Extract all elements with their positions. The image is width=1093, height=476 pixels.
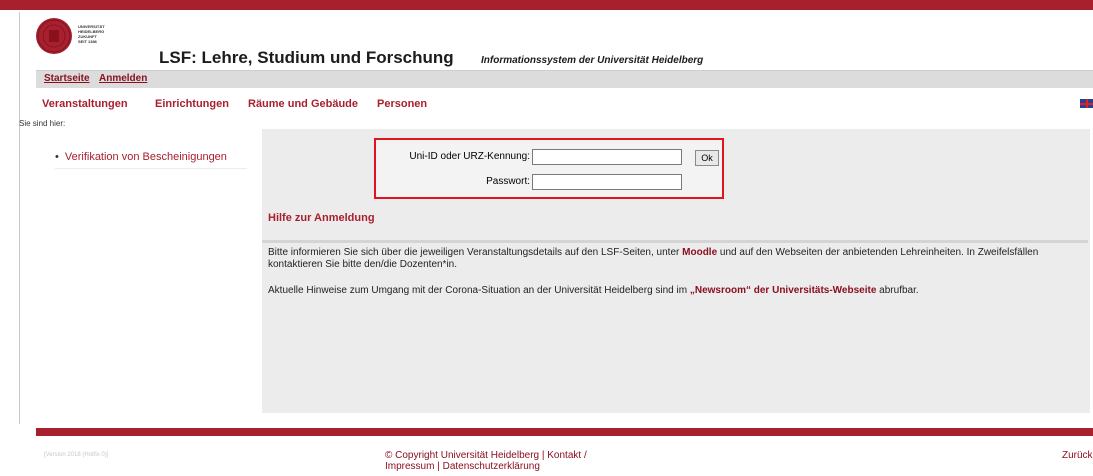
university-seal-logo[interactable] — [36, 18, 72, 54]
bullet-icon: • — [55, 151, 59, 163]
top-brand-bar — [0, 0, 1093, 10]
nav-veranstaltungen[interactable]: Veranstaltungen — [42, 98, 128, 110]
imprint-privacy-link[interactable]: Impressum | Datenschutzerklärung — [385, 461, 587, 472]
menu-startseite-link[interactable]: Startseite — [44, 73, 90, 84]
footer-brand-bar — [36, 428, 1093, 436]
logo-wordmark: UNIVERSITÄT HEIDELBERG ZUKUNFT SEIT 1386 — [78, 24, 105, 44]
uid-input[interactable] — [532, 149, 682, 165]
login-help-link[interactable]: Hilfe zur Anmeldung — [268, 212, 375, 224]
page-title: LSF: Lehre, Studium und Forschung — [159, 48, 454, 67]
ok-button[interactable]: Ok — [695, 150, 719, 166]
sidebar-item-verifikation[interactable]: • Verifikation von Bescheinigungen — [55, 151, 247, 163]
sidebar-item-label[interactable]: Verifikation von Bescheinigungen — [65, 151, 227, 163]
newsroom-link[interactable]: „Newsroom“ der Universitäts-Webseite — [690, 285, 877, 296]
left-border-line — [19, 12, 20, 424]
nav-einrichtungen[interactable]: Einrichtungen — [155, 98, 229, 110]
sidebar: • Verifikation von Bescheinigungen — [55, 151, 247, 169]
footer-links: © Copyright Universität Heidelberg | Kon… — [385, 450, 587, 472]
info-paragraph-courses: Bitte informieren Sie sich über die jewe… — [268, 247, 1039, 270]
nav-raeume-gebaeude[interactable]: Räume und Gebäude — [248, 98, 358, 110]
content-divider — [262, 240, 1088, 243]
top-menubar: Startseite Anmelden — [36, 70, 1093, 88]
footer-version: [Version 2018 (Hotfix 0)] — [44, 452, 109, 458]
password-input[interactable] — [532, 174, 682, 190]
page-subtitle: Informationssystem der Universität Heide… — [481, 55, 704, 66]
copyright-contact-link[interactable]: © Copyright Universität Heidelberg | Kon… — [385, 450, 587, 461]
password-label: Passwort: — [486, 176, 530, 187]
back-link[interactable]: Zurück — [1062, 450, 1093, 461]
nav-personen[interactable]: Personen — [377, 98, 427, 110]
breadcrumb: Sie sind hier: — [19, 119, 66, 128]
uid-label: Uni-ID oder URZ-Kennung: — [409, 151, 530, 162]
menu-anmelden-link[interactable]: Anmelden — [99, 73, 147, 84]
english-flag-icon[interactable] — [1080, 99, 1093, 108]
moodle-link[interactable]: Moodle — [682, 247, 717, 258]
info-paragraph-corona: Aktuelle Hinweise zum Umgang mit der Cor… — [268, 285, 919, 296]
